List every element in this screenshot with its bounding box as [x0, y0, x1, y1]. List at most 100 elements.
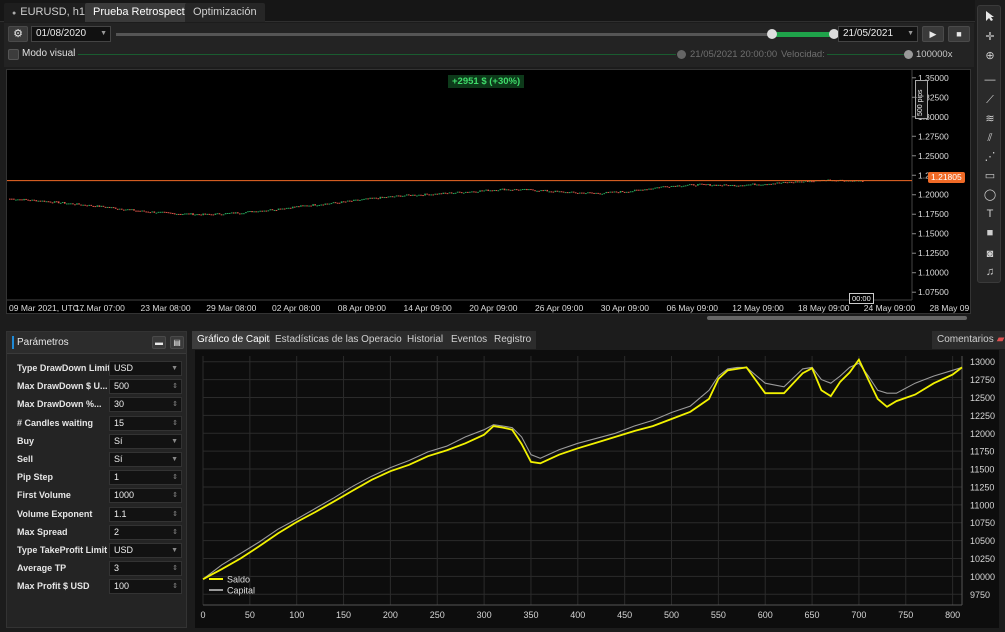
- tab-history[interactable]: Historial: [402, 331, 449, 349]
- x-tick-label: 24 May 09:00: [864, 303, 916, 313]
- param-stepper[interactable]: 1.1 ⇕: [109, 506, 182, 522]
- tab-optimization[interactable]: Optimización: [185, 3, 265, 22]
- tab-events[interactable]: Eventos: [446, 331, 493, 349]
- save-params-button[interactable]: ▬: [152, 336, 166, 349]
- param-select[interactable]: Sí ▼: [109, 433, 182, 449]
- param-stepper[interactable]: 30 ⇕: [109, 397, 182, 413]
- candle: [182, 213, 184, 215]
- y-tick-label: 1.27500: [918, 131, 949, 141]
- candle: [511, 189, 514, 191]
- candle: [446, 193, 449, 195]
- candle: [811, 181, 813, 183]
- header-accent: [12, 336, 14, 349]
- param-stepper[interactable]: 2 ⇕: [109, 524, 182, 540]
- candle: [96, 205, 99, 207]
- series-line-capital: [202, 362, 963, 580]
- candle: [788, 181, 791, 183]
- end-date-select[interactable]: 21/05/2021 ▼: [838, 26, 918, 42]
- playback-handle[interactable]: [677, 50, 686, 59]
- candle: [448, 192, 451, 194]
- tab-equity-chart[interactable]: Gráfico de Capital: [192, 331, 283, 349]
- trend-line-icon[interactable]: ⟋: [981, 92, 999, 108]
- param-stepper[interactable]: 500 ⇕: [109, 379, 182, 395]
- candle: [202, 213, 204, 216]
- rectangle-icon[interactable]: ▭: [981, 168, 999, 184]
- candle: [149, 212, 152, 214]
- candle: [72, 203, 74, 205]
- speed-value: 100000x: [916, 49, 953, 60]
- param-stepper[interactable]: 100 ⇕: [109, 579, 182, 595]
- candle: [31, 199, 33, 201]
- measure-icon[interactable]: ⋰: [981, 149, 999, 165]
- load-params-button[interactable]: ▤: [170, 336, 184, 349]
- pitchfork-icon[interactable]: ⫽: [981, 130, 999, 146]
- candle: [772, 183, 774, 185]
- tab-trade-stats[interactable]: Estadísticas de las Operaciones: [270, 331, 423, 349]
- candle: [157, 211, 160, 213]
- candle: [275, 209, 278, 211]
- cursor-icon[interactable]: [981, 10, 999, 26]
- candle: [277, 208, 280, 211]
- candle: [428, 194, 430, 196]
- fibonacci-icon[interactable]: ≋: [981, 111, 999, 127]
- chart-scrollbar[interactable]: [707, 316, 967, 320]
- candle: [98, 205, 101, 207]
- param-select[interactable]: USD ▼: [109, 361, 182, 376]
- date-range-track[interactable]: [116, 33, 834, 36]
- candle: [51, 202, 54, 204]
- param-row: Max DrawDown $ U... 500 ⇕: [12, 379, 183, 395]
- tab-log[interactable]: Registro: [489, 331, 537, 349]
- candle: [813, 181, 815, 183]
- start-date-select[interactable]: 01/08/2020 ▼: [31, 26, 111, 42]
- candle: [393, 196, 396, 198]
- visual-mode-checkbox[interactable]: [8, 49, 19, 60]
- price-chart[interactable]: 1.350001.325001.300001.275001.250001.225…: [6, 69, 971, 320]
- horizontal-line-icon[interactable]: —: [981, 72, 999, 88]
- candle: [165, 211, 168, 213]
- candle: [196, 214, 198, 216]
- candle: [405, 194, 408, 196]
- param-value: 30: [114, 399, 125, 410]
- stepper-arrows-icon: ⇕: [172, 492, 178, 500]
- candle: [548, 191, 551, 193]
- zoom-icon[interactable]: ⊕: [981, 48, 999, 64]
- alert-icon[interactable]: ♫: [981, 264, 999, 280]
- candle: [78, 203, 80, 205]
- fill-icon[interactable]: ■: [981, 225, 999, 241]
- candle: [603, 193, 606, 195]
- playback-track[interactable]: [78, 54, 676, 55]
- camera-icon[interactable]: ◙: [981, 246, 999, 262]
- candle: [106, 206, 109, 208]
- candle: [214, 213, 217, 215]
- speed-handle[interactable]: [904, 50, 913, 59]
- text-icon[interactable]: T: [981, 206, 999, 222]
- comments-button[interactable]: Comentarios ▰: [932, 331, 1005, 349]
- ellipse-icon[interactable]: ◯: [981, 187, 999, 203]
- param-stepper[interactable]: 3 ⇕: [109, 561, 182, 577]
- param-label: Pip Step: [17, 472, 54, 483]
- candle: [481, 190, 483, 192]
- candle: [640, 189, 642, 191]
- candle: [291, 206, 294, 209]
- param-stepper[interactable]: 15 ⇕: [109, 415, 182, 431]
- candle: [100, 205, 103, 207]
- tab-symbol[interactable]: ● EURUSD, h1: [4, 3, 94, 22]
- candle: [790, 181, 793, 183]
- equity-chart[interactable]: 9750 10000 10250 10500 10750 11000 11250 11500 1…: [195, 350, 999, 628]
- range-start-handle[interactable]: [767, 29, 777, 39]
- param-stepper[interactable]: 1 ⇕: [109, 470, 182, 486]
- candle: [764, 184, 766, 186]
- candle: [768, 183, 770, 185]
- stop-button[interactable]: ■: [948, 26, 970, 42]
- equity-tabs: Gráfico de Capital Estadísticas de las O…: [192, 331, 1005, 350]
- crosshair-icon[interactable]: ✛: [981, 29, 999, 45]
- speed-track[interactable]: [827, 54, 907, 55]
- candle: [365, 198, 367, 200]
- candle: [701, 183, 703, 185]
- param-select[interactable]: USD ▼: [109, 543, 182, 558]
- param-stepper[interactable]: 1000 ⇕: [109, 488, 182, 504]
- param-select[interactable]: Sí ▼: [109, 452, 182, 467]
- settings-button[interactable]: ⚙: [8, 26, 28, 42]
- play-button[interactable]: ▶: [922, 26, 944, 42]
- candle: [485, 189, 487, 191]
